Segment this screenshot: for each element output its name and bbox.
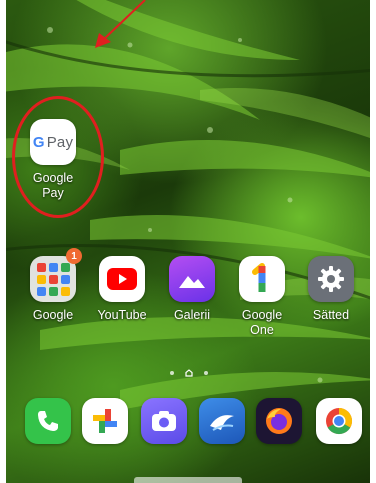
app-label: Google Pay: [32, 171, 74, 200]
samsung-internet-icon[interactable]: [199, 398, 245, 444]
screen-edge-left: [0, 0, 6, 483]
app-label: Google One: [241, 308, 283, 337]
youtube-icon: [99, 256, 145, 302]
google-pay-icon: G Pay: [30, 119, 76, 165]
app-google-one[interactable]: Google One: [228, 256, 296, 338]
notification-badge: 1: [66, 248, 82, 264]
app-label: Google: [32, 308, 74, 322]
app-google-folder[interactable]: 1 Google: [19, 248, 87, 323]
google-photos-icon[interactable]: [82, 398, 128, 444]
app-gallery[interactable]: Galerii: [158, 256, 226, 323]
camera-icon[interactable]: [141, 398, 187, 444]
app-label: YouTube: [97, 308, 147, 322]
screen-edge-right: [370, 0, 376, 483]
page-dot: [170, 371, 174, 375]
app-google-pay[interactable]: G Pay Google Pay: [19, 119, 87, 201]
phone-icon[interactable]: [25, 398, 71, 444]
home-page-icon: [185, 369, 193, 377]
annotation-arrow: [95, 0, 146, 48]
app-label: Sätted: [312, 308, 350, 322]
firefox-icon[interactable]: [256, 398, 302, 444]
app-label: Galerii: [173, 308, 211, 322]
gallery-icon: [169, 256, 215, 302]
chrome-icon[interactable]: [316, 398, 362, 444]
page-indicator: [170, 369, 208, 377]
app-settings[interactable]: Sätted: [297, 256, 365, 323]
google-folder-icon: 1: [30, 248, 82, 302]
app-youtube[interactable]: YouTube: [88, 256, 156, 323]
navigation-handle[interactable]: [134, 477, 242, 483]
page-dot: [204, 371, 208, 375]
settings-icon: [308, 256, 354, 302]
google-one-icon: [239, 256, 285, 302]
